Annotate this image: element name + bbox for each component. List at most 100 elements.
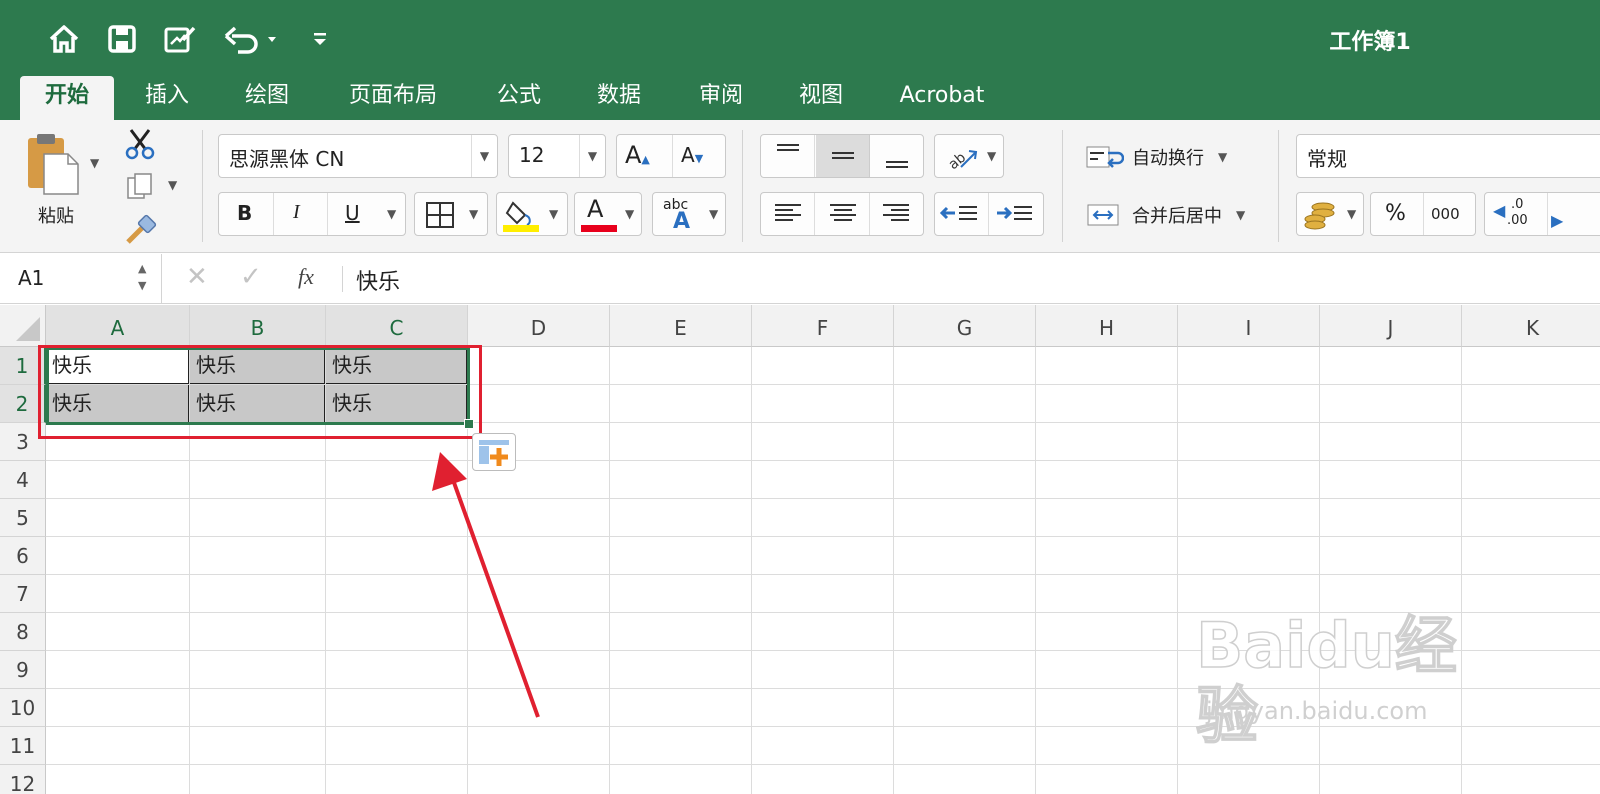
tab-insert[interactable]: 插入 xyxy=(128,76,206,120)
font-size-dropdown-icon[interactable]: ▼ xyxy=(579,135,605,177)
phonetic-dropdown-icon[interactable]: ▼ xyxy=(709,207,718,221)
ribbon-separator xyxy=(1278,130,1279,242)
ribbon-home: ▼ 粘贴 ▼ 思源黑体 CN ▼ 12 ▼ A▲ A▼ B I U ▼ ▼ ▼ … xyxy=(0,120,1600,253)
save-icon[interactable] xyxy=(102,20,142,58)
tab-data[interactable]: 数据 xyxy=(580,76,658,120)
cut-icon[interactable] xyxy=(124,128,156,164)
watermark-url: jingyan.baidu.com xyxy=(1206,697,1428,725)
paste-icon[interactable] xyxy=(24,132,84,198)
decrease-indent-icon[interactable] xyxy=(935,193,989,235)
merge-center-icon xyxy=(1087,204,1119,226)
paste-label: 粘贴 xyxy=(38,206,74,227)
fill-color-button[interactable]: ▼ xyxy=(496,192,568,236)
comma-style-button[interactable]: 000 xyxy=(1431,205,1460,223)
wrap-text-dropdown-icon[interactable]: ▼ xyxy=(1218,150,1227,164)
vertical-align-buttons xyxy=(760,134,924,178)
borders-icon xyxy=(426,202,454,228)
fill-bucket-icon xyxy=(505,201,531,226)
percent-style-button[interactable]: % xyxy=(1385,201,1406,226)
borders-button[interactable]: ▼ xyxy=(414,192,488,236)
accounting-dropdown-icon[interactable]: ▼ xyxy=(1347,207,1356,221)
font-color-button[interactable]: A ▼ xyxy=(574,192,642,236)
tab-acrobat[interactable]: Acrobat xyxy=(884,76,1000,120)
fill-color-swatch xyxy=(503,225,539,232)
align-left-icon[interactable] xyxy=(761,193,815,235)
ribbon-separator xyxy=(742,130,743,242)
merge-center-dropdown-icon[interactable]: ▼ xyxy=(1236,208,1245,222)
font-size-buttons: A▲ A▼ xyxy=(616,134,726,178)
format-painter-icon[interactable] xyxy=(124,214,158,250)
ribbon-separator xyxy=(202,130,203,242)
tab-formulas[interactable]: 公式 xyxy=(480,76,558,120)
font-color-letter: A xyxy=(587,195,604,223)
home-icon[interactable] xyxy=(44,20,84,58)
ribbon-tabs: 开始 插入 绘图 页面布局 公式 数据 审阅 视图 Acrobat xyxy=(0,76,1600,120)
indent-buttons xyxy=(934,192,1044,236)
tab-draw[interactable]: 绘图 xyxy=(228,76,306,120)
merge-center-button[interactable]: 合并后居中 ▼ xyxy=(1086,200,1245,230)
shrink-font-icon[interactable]: A▼ xyxy=(681,143,703,167)
wrap-text-icon xyxy=(1086,146,1124,168)
font-size-value: 12 xyxy=(519,143,545,167)
insert-function-icon[interactable]: fx xyxy=(298,264,314,290)
font-size-box[interactable]: 12 ▼ xyxy=(508,134,606,178)
orientation-button[interactable]: ab ▼ xyxy=(934,134,1004,178)
number-format-box[interactable]: 常规 xyxy=(1296,134,1600,178)
text-orientation-icon: ab xyxy=(945,150,978,173)
cancel-icon[interactable]: ✕ xyxy=(186,262,208,292)
name-box-value: A1 xyxy=(18,266,45,290)
formula-bar: A1 ▲ ▼ ✕ ✓ fx 快乐 xyxy=(0,254,1600,304)
bold-button[interactable]: B xyxy=(237,201,252,225)
font-name-box[interactable]: 思源黑体 CN ▼ xyxy=(218,134,498,178)
tab-view[interactable]: 视图 xyxy=(782,76,860,120)
sheet-grid: ABCDEFGHIJK 1 2 3 4 5 6 7 8 9 10 11 12 快乐 快乐 快乐 快乐 快乐 快乐… xyxy=(0,305,1600,794)
increase-decimal-icon[interactable]: ◀ .0 .00 xyxy=(1493,197,1543,233)
name-box-stepper-icon[interactable]: ▲ ▼ xyxy=(138,260,146,294)
font-name-value: 思源黑体 CN xyxy=(229,147,345,171)
coins-icon xyxy=(1304,202,1335,230)
decimal-buttons: ◀ .0 .00 ▶ xyxy=(1484,192,1600,236)
grow-font-icon[interactable]: A▲ xyxy=(625,141,650,169)
italic-button[interactable]: I xyxy=(293,201,300,224)
name-box[interactable]: A1 ▲ ▼ xyxy=(0,254,162,304)
undo-icon[interactable] xyxy=(220,20,284,58)
align-middle-icon[interactable] xyxy=(816,135,870,177)
ribbon-separator xyxy=(1062,130,1063,242)
copy-icon[interactable] xyxy=(126,172,156,206)
wrap-text-label: 自动换行 xyxy=(1132,148,1204,169)
tab-review[interactable]: 审阅 xyxy=(682,76,760,120)
enter-icon[interactable]: ✓ xyxy=(240,262,262,292)
watermark-brand: Baidu经验 xyxy=(1195,609,1457,752)
underline-dropdown-icon[interactable]: ▼ xyxy=(387,207,396,221)
font-color-swatch xyxy=(581,225,617,232)
align-right-icon[interactable] xyxy=(871,193,923,235)
horizontal-align-buttons xyxy=(760,192,924,236)
accounting-format-button[interactable]: ▼ xyxy=(1296,192,1364,236)
wrap-text-button[interactable]: 自动换行 ▼ xyxy=(1086,142,1227,172)
align-bottom-icon[interactable] xyxy=(871,135,923,177)
underline-button[interactable]: U xyxy=(345,201,360,225)
fill-color-dropdown-icon[interactable]: ▼ xyxy=(549,207,558,221)
tab-home[interactable]: 开始 xyxy=(20,76,114,120)
copy-dropdown-icon[interactable]: ▼ xyxy=(168,178,177,192)
tab-page-layout[interactable]: 页面布局 xyxy=(330,76,456,120)
title-bar: 工作簿1 xyxy=(0,0,1600,76)
edit-sheet-icon[interactable] xyxy=(160,20,200,58)
increase-indent-icon[interactable] xyxy=(990,193,1044,235)
orientation-dropdown-icon[interactable]: ▼ xyxy=(987,149,996,163)
font-name-dropdown-icon[interactable]: ▼ xyxy=(471,135,497,177)
percent-thousands-buttons: % 000 xyxy=(1370,192,1476,236)
phonetic-button[interactable]: abc A ▼ xyxy=(652,192,726,236)
number-format-value: 常规 xyxy=(1307,147,1347,171)
font-color-dropdown-icon[interactable]: ▼ xyxy=(625,207,634,221)
borders-dropdown-icon[interactable]: ▼ xyxy=(469,207,478,221)
excel-window: 工作簿1 开始 插入 绘图 页面布局 公式 数据 审阅 视图 Acrobat ▼… xyxy=(0,0,1600,794)
paste-dropdown-icon[interactable]: ▼ xyxy=(90,156,99,170)
font-style-buttons: B I U ▼ xyxy=(218,192,406,236)
decrease-decimal-icon[interactable]: ▶ xyxy=(1551,211,1563,230)
formula-input[interactable]: 快乐 xyxy=(356,264,400,296)
merge-center-label: 合并后居中 xyxy=(1132,206,1222,227)
customize-toolbar-icon[interactable] xyxy=(300,20,340,58)
align-center-icon[interactable] xyxy=(816,193,870,235)
align-top-icon[interactable] xyxy=(761,135,815,177)
